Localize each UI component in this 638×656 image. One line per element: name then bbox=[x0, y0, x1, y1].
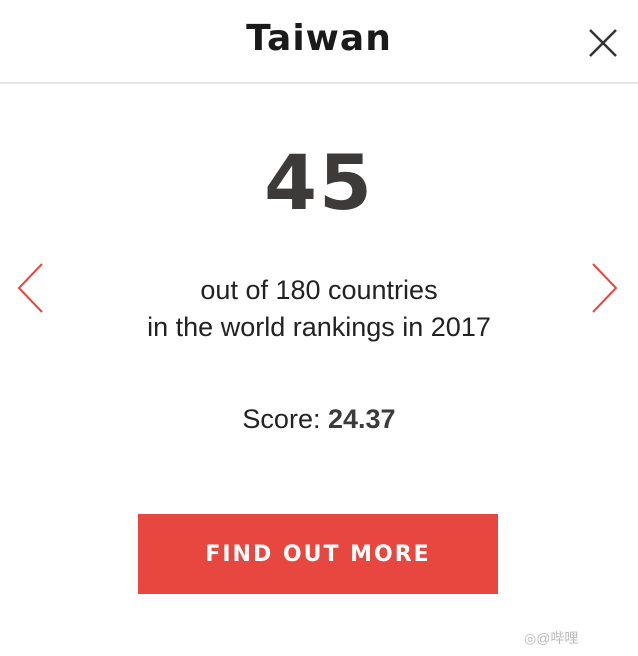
watermark: ◎@哔哩 bbox=[524, 630, 579, 646]
find-out-more-button[interactable]: FIND OUT MORE bbox=[138, 514, 498, 594]
rank-description-line2: in the world rankings in 2017 bbox=[147, 312, 491, 342]
modal-header: Taiwan bbox=[0, 0, 638, 84]
country-title: Taiwan bbox=[246, 18, 392, 59]
rank-number: 45 bbox=[264, 138, 374, 227]
score-text: Score: 24.37 bbox=[0, 404, 638, 435]
rank-description: out of 180 countries in the world rankin… bbox=[0, 272, 638, 346]
score-label: Score: bbox=[242, 404, 321, 434]
score-value: 24.37 bbox=[327, 404, 396, 434]
rank-description-line1: out of 180 countries bbox=[200, 275, 438, 305]
close-icon bbox=[589, 29, 617, 57]
close-button[interactable] bbox=[586, 26, 620, 60]
